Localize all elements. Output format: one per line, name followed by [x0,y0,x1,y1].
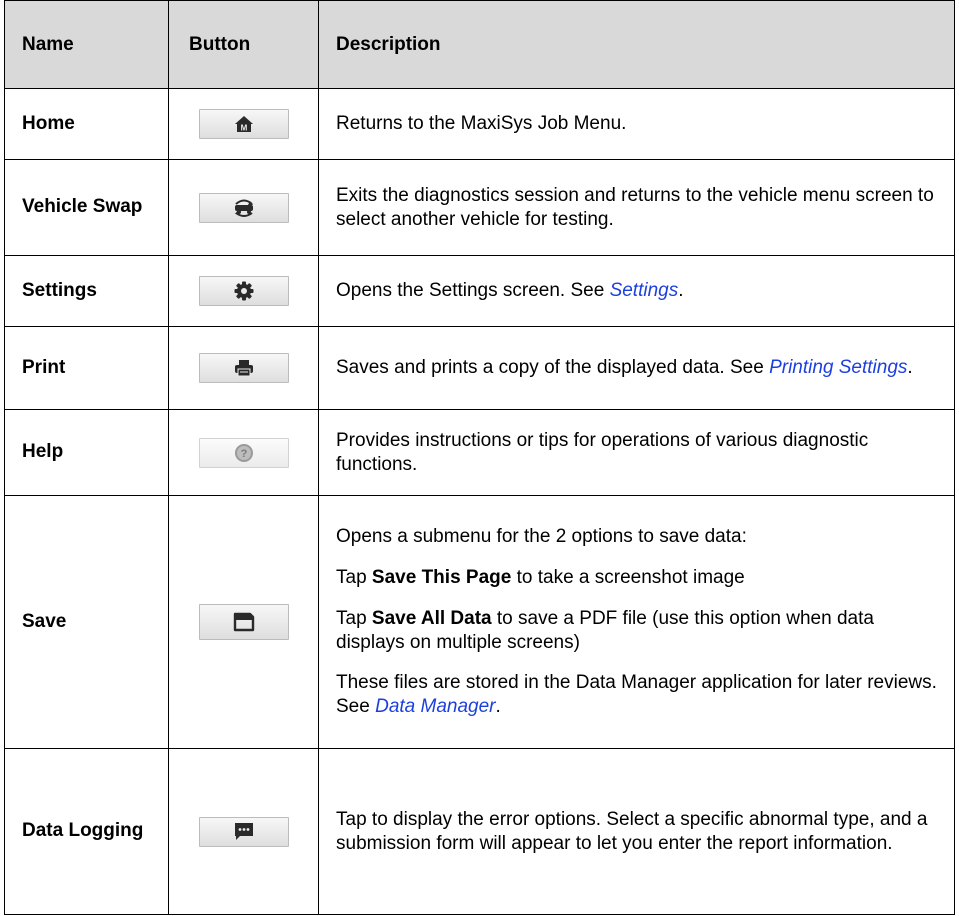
row-description: Tap to display the error options. Select… [318,748,955,915]
chat-icon [234,822,253,840]
printing-settings-link[interactable]: Printing Settings [769,357,907,378]
row-name: Print [4,326,169,410]
header-description: Description [318,0,955,89]
row-description: Returns to the MaxiSys Job Menu. [318,88,955,160]
table-header-row: Name Button Description [4,0,955,89]
printer-icon [234,360,253,377]
row-description: Provides instructions or tips for operat… [318,409,955,496]
row-name: Save [4,495,169,749]
table-row: Data Logging Tap to display the error op… [4,748,955,915]
row-name: Data Logging [4,748,169,915]
table-row: Print Saves and prints a copy of the dis… [4,326,955,410]
table-row: Home M Returns to the MaxiSys Job Menu. [4,88,955,160]
save-button[interactable] [198,604,289,640]
vehicle-swap-button[interactable] [198,192,289,223]
table-row: Vehicle Swap Exits the diagnostics sessi… [4,159,955,256]
row-name: Home [4,88,169,160]
print-button[interactable] [198,353,289,383]
gear-icon [234,281,253,301]
data-manager-link[interactable]: Data Manager [375,696,495,717]
row-name: Help [4,409,169,496]
svg-text:M: M [240,124,247,133]
svg-text:?: ? [240,448,247,460]
vehicle-swap-icon [234,199,253,217]
settings-button[interactable] [198,276,289,306]
header-button: Button [168,0,319,89]
button-reference-table: Name Button Description Home M Returns t… [4,0,955,915]
row-description: Saves and prints a copy of the displayed… [318,326,955,410]
row-name: Vehicle Swap [4,159,169,256]
help-button[interactable]: ? [198,437,289,468]
save-icon [233,612,254,632]
row-description: Opens a submenu for the 2 options to sav… [318,495,955,749]
table-row: Save Opens a submenu for the 2 options t… [4,495,955,749]
home-icon: M [234,116,253,133]
help-icon: ? [234,443,253,462]
data-logging-button[interactable] [198,816,289,847]
table-row: Help ? Provides instructions or tips for… [4,409,955,496]
header-name: Name [4,0,169,89]
table-row: Settings Opens the Settings screen. See … [4,255,955,327]
row-description: Exits the diagnostics session and return… [318,159,955,256]
row-name: Settings [4,255,169,327]
settings-link[interactable]: Settings [610,280,679,301]
home-button[interactable]: M [198,109,289,139]
row-description: Opens the Settings screen. See Settings. [318,255,955,327]
